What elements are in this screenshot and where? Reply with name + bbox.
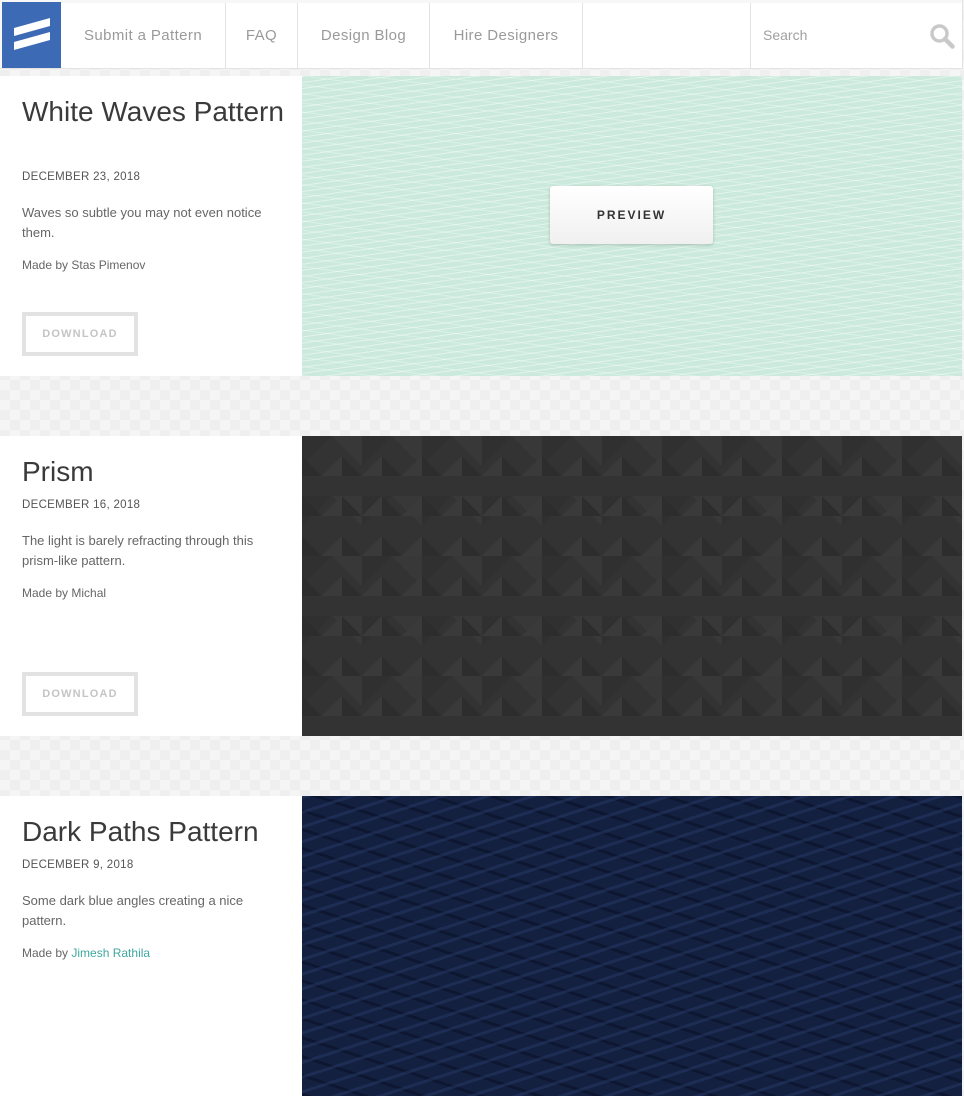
author-prefix: Made by [22,946,69,960]
pattern-title[interactable]: White Waves Pattern [22,96,287,128]
nav-faq[interactable]: FAQ [226,3,298,68]
pattern-preview-dark-paths[interactable] [302,796,962,1096]
pattern-card-dark-paths: Dark Paths Pattern DECEMBER 9, 2018 Some… [0,796,302,1096]
pattern-author: Made by Stas Pimenov [22,258,145,272]
author-prefix: Made by [22,586,69,600]
pattern-preview-prism[interactable] [302,436,962,736]
download-button[interactable]: DOWNLOAD [22,672,138,716]
site-header: Submit a Pattern FAQ Design Blog Hire De… [0,0,963,69]
download-button[interactable]: DOWNLOAD [22,312,138,356]
author-name: Stas Pimenov [71,258,146,272]
search-input[interactable] [763,23,913,47]
nav-submit-pattern[interactable]: Submit a Pattern [61,3,226,68]
pattern-title[interactable]: Prism [22,456,287,488]
nav-spacer [583,3,751,68]
logo-stripes-icon [14,18,50,50]
author-prefix: Made by [22,258,69,272]
pattern-date: DECEMBER 9, 2018 [22,859,134,871]
author-name: Michal [71,586,107,600]
nav-hire-designers[interactable]: Hire Designers [430,3,583,68]
author-link[interactable]: Jimesh Rathila [71,946,150,960]
site-logo[interactable] [2,2,61,68]
search-box [751,3,962,68]
pattern-date: DECEMBER 16, 2018 [22,499,141,511]
pattern-description: Waves so subtle you may not even notice … [22,205,262,240]
pattern-preview-white-waves[interactable]: PREVIEW [302,76,962,376]
pattern-description: The light is barely refracting through t… [22,533,254,568]
pattern-author: Made by Michal [22,586,106,600]
pattern-description: Some dark blue angles creating a nice pa… [22,893,244,928]
pattern-date: DECEMBER 23, 2018 [22,171,141,183]
nav-design-blog[interactable]: Design Blog [298,3,430,68]
pattern-card-white-waves: White Waves Pattern DECEMBER 23, 2018 Wa… [0,76,302,376]
pattern-card-prism: Prism DECEMBER 16, 2018 The light is bar… [0,436,302,736]
pattern-author: Made by Jimesh Rathila [22,946,150,960]
pattern-title[interactable]: Dark Paths Pattern [22,816,287,848]
preview-button[interactable]: PREVIEW [550,186,713,244]
search-icon[interactable] [929,23,955,49]
